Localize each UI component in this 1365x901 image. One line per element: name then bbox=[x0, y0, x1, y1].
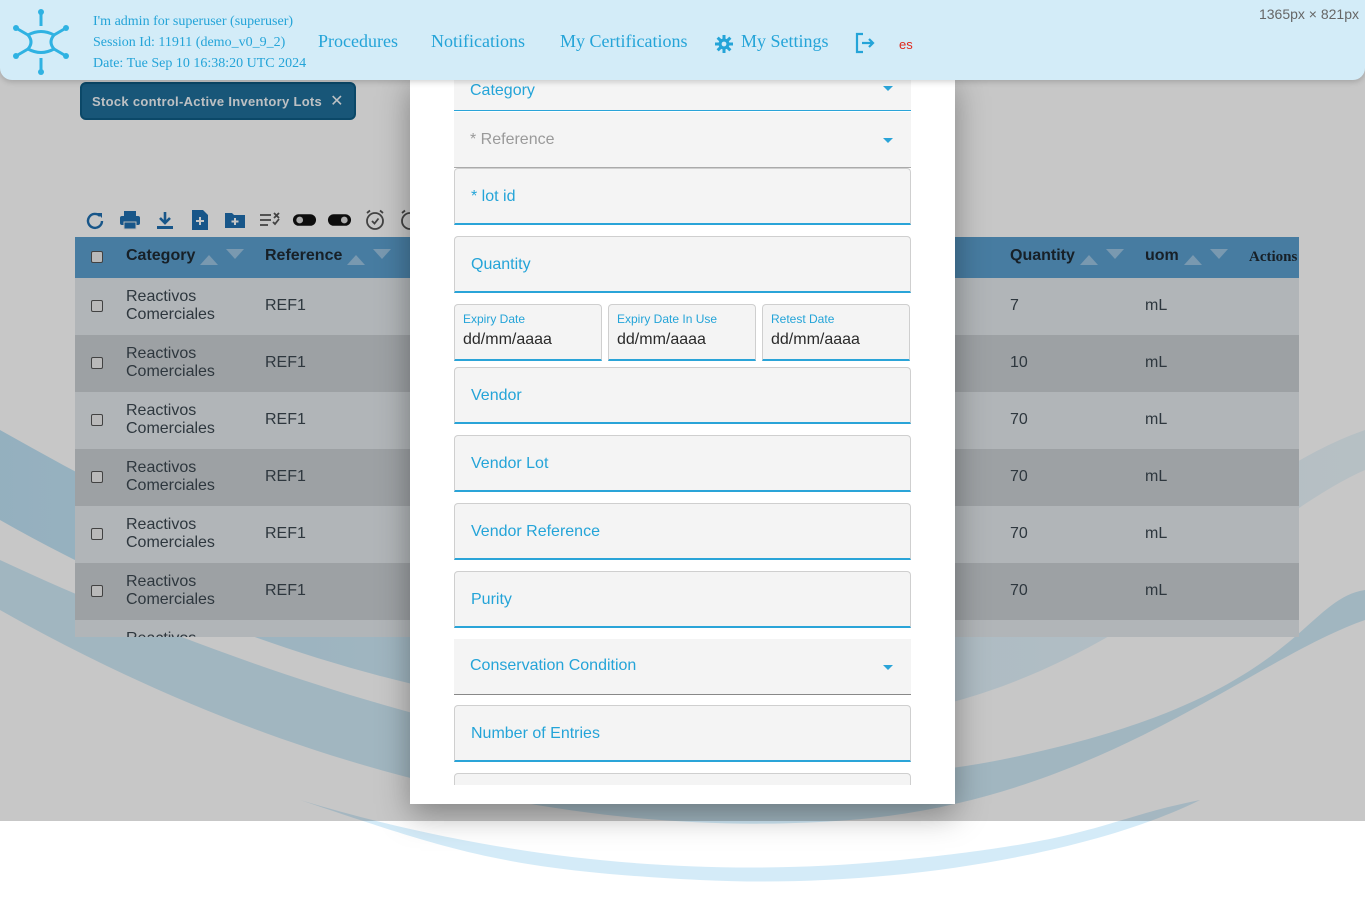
vendor-lot-field[interactable]: Vendor Lot bbox=[454, 435, 911, 492]
expiry-date-in-use-field[interactable]: Expiry Date In Use dd/mm/aaaa bbox=[608, 304, 756, 361]
conservation-condition-label: Conservation Condition bbox=[470, 657, 637, 674]
chevron-down-icon bbox=[883, 137, 893, 143]
session-date: Date: Tue Sep 10 16:38:20 UTC 2024 bbox=[93, 56, 307, 71]
nav-certifications[interactable]: My Certifications bbox=[560, 31, 687, 52]
reference-select-label: * Reference bbox=[470, 131, 555, 148]
vendor-field[interactable]: Vendor bbox=[454, 367, 911, 424]
expiry-date-field[interactable]: Expiry Date dd/mm/aaaa bbox=[454, 304, 602, 361]
dialog-bottom-padding bbox=[410, 785, 955, 804]
category-select[interactable]: Category bbox=[454, 76, 911, 111]
lot-id-field-label: * lot id bbox=[471, 188, 516, 205]
purity-field[interactable]: Purity bbox=[454, 571, 911, 628]
vendor-lot-field-label: Vendor Lot bbox=[471, 455, 549, 472]
retest-date-label: Retest Date bbox=[771, 312, 835, 326]
expiry-date-in-use-label: Expiry Date In Use bbox=[617, 312, 718, 326]
number-of-entries-field[interactable]: Number of Entries bbox=[454, 705, 911, 762]
language-switch[interactable]: es bbox=[899, 37, 913, 52]
retest-date-field[interactable]: Retest Date dd/mm/aaaa bbox=[762, 304, 910, 361]
app-logo-icon[interactable] bbox=[10, 8, 72, 76]
nav-settings[interactable]: My Settings bbox=[741, 31, 829, 52]
vendor-reference-field[interactable]: Vendor Reference bbox=[454, 503, 911, 560]
quantity-field[interactable]: Quantity bbox=[454, 236, 911, 293]
logout-icon[interactable] bbox=[854, 32, 876, 54]
expiry-date-label: Expiry Date bbox=[463, 312, 526, 326]
gear-icon[interactable] bbox=[715, 35, 733, 53]
session-user: I'm admin for superuser (superuser) bbox=[93, 14, 294, 29]
page: Stock control-Active Inventory Lots ✕ Ca… bbox=[0, 0, 1365, 901]
vendor-field-label: Vendor bbox=[471, 387, 522, 404]
reference-select[interactable]: * Reference bbox=[454, 112, 911, 168]
quantity-field-label: Quantity bbox=[471, 256, 531, 273]
expiry-date-placeholder: dd/mm/aaaa bbox=[463, 331, 552, 348]
number-of-entries-field-label: Number of Entries bbox=[471, 725, 600, 742]
nav-notifications[interactable]: Notifications bbox=[431, 31, 525, 52]
session-id: Session Id: 11911 (demo_v0_9_2) bbox=[93, 35, 286, 50]
top-header: I'm admin for superuser (superuser) Sess… bbox=[0, 0, 1365, 80]
category-select-label: Category bbox=[470, 82, 535, 99]
screen-size-label: 1365px × 821px bbox=[1258, 6, 1359, 22]
retest-date-placeholder: dd/mm/aaaa bbox=[771, 331, 860, 348]
chevron-down-icon bbox=[883, 86, 893, 91]
purity-field-label: Purity bbox=[471, 591, 512, 608]
conservation-condition-select[interactable]: Conservation Condition bbox=[454, 639, 911, 695]
chevron-down-icon bbox=[883, 664, 893, 670]
nav-procedures[interactable]: Procedures bbox=[318, 31, 398, 52]
lot-id-field[interactable]: * lot id bbox=[454, 168, 911, 225]
vendor-reference-field-label: Vendor Reference bbox=[471, 523, 600, 540]
expiry-date-in-use-placeholder: dd/mm/aaaa bbox=[617, 331, 706, 348]
new-lot-dialog: Category * Reference * lot id Quantity E… bbox=[410, 76, 955, 804]
